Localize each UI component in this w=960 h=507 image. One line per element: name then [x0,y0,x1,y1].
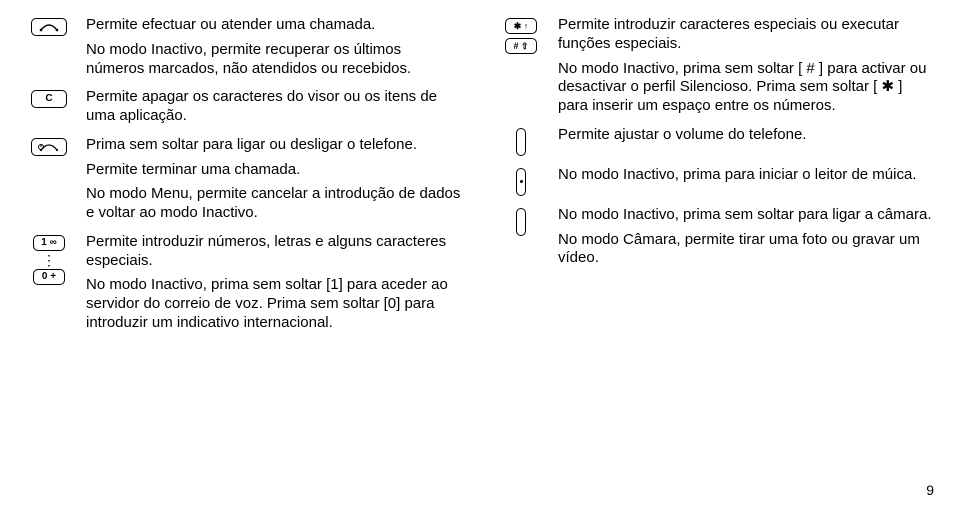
paragraph: No modo Inactivo, prima para iniciar o l… [558,166,934,185]
icon-call-key [26,16,72,36]
key-label: ✱ ↑ [514,22,529,31]
power-key-icon [31,138,67,156]
text-camera-key: No modo Inactivo, prima sem soltar para … [558,206,934,268]
paragraph: Permite apagar os caracteres do visor ou… [86,88,462,126]
star-key-icon: ✱ ↑ [505,18,537,34]
icon-camera-key [498,206,544,236]
paragraph: Permite terminar uma chamada. [86,161,462,180]
icon-clear-key: C [26,88,72,108]
key-label: 0 + [42,272,56,282]
right-column: ✱ ↑ # ⇧ Permite introduzir caracteres es… [498,16,934,343]
paragraph: Permite ajustar o volume do telefone. [558,126,934,145]
entry-special-keys: ✱ ↑ # ⇧ Permite introduzir caracteres es… [498,16,934,116]
one-key-icon: 1 ∞ [33,235,65,251]
manual-two-column-layout: Permite efectuar ou atender uma chamada.… [26,16,934,343]
paragraph: Permite introduzir caracteres especiais … [558,16,934,54]
paragraph: Prima sem soltar para ligar ou desligar … [86,136,462,155]
entry-volume-key: Permite ajustar o volume do telefone. [498,126,934,156]
call-key-icon [31,18,67,36]
volume-key-icon [516,128,526,156]
left-column: Permite efectuar ou atender uma chamada.… [26,16,462,343]
paragraph: Permite efectuar ou atender uma chamada. [86,16,462,35]
entry-call-key: Permite efectuar ou atender uma chamada.… [26,16,462,78]
entry-music-key: No modo Inactivo, prima para iniciar o l… [498,166,934,196]
icon-music-key [498,166,544,196]
text-number-keys: Permite introduzir números, letras e alg… [86,233,462,333]
key-label: C [45,94,52,104]
clear-key-icon: C [31,90,67,108]
key-label: 1 ∞ [41,238,56,248]
paragraph: No modo Inactivo, permite recuperar os ú… [86,41,462,79]
icon-special-keys: ✱ ↑ # ⇧ [498,16,544,54]
icon-power-key [26,136,72,156]
page-number: 9 [926,482,934,500]
zero-key-icon: 0 + [33,269,65,285]
key-label: # ⇧ [513,42,528,51]
text-power-key: Prima sem soltar para ligar ou desligar … [86,136,462,223]
icon-volume-key [498,126,544,156]
hash-key-icon: # ⇧ [505,38,537,54]
entry-clear-key: C Permite apagar os caracteres do visor … [26,88,462,126]
camera-key-icon [516,208,526,236]
text-call-key: Permite efectuar ou atender uma chamada.… [86,16,462,78]
entry-camera-key: No modo Inactivo, prima sem soltar para … [498,206,934,268]
icon-number-keys: 1 ∞ ⋮ 0 + [26,233,72,285]
paragraph: Permite introduzir números, letras e alg… [86,233,462,271]
music-key-icon [516,168,526,196]
paragraph: No modo Menu, permite cancelar a introdu… [86,185,462,223]
paragraph: No modo Inactivo, prima sem soltar para … [558,206,934,225]
entry-number-keys: 1 ∞ ⋮ 0 + Permite introduzir números, le… [26,233,462,333]
paragraph: No modo Inactivo, prima sem soltar [1] p… [86,276,462,332]
text-special-keys: Permite introduzir caracteres especiais … [558,16,934,116]
vertical-dots-icon: ⋮ [42,256,56,264]
paragraph: No modo Inactivo, prima sem soltar [ # ]… [558,60,934,116]
entry-power-key: Prima sem soltar para ligar ou desligar … [26,136,462,223]
paragraph: No modo Câmara, permite tirar uma foto o… [558,231,934,269]
text-volume-key: Permite ajustar o volume do telefone. [558,126,934,145]
text-clear-key: Permite apagar os caracteres do visor ou… [86,88,462,126]
text-music-key: No modo Inactivo, prima para iniciar o l… [558,166,934,185]
